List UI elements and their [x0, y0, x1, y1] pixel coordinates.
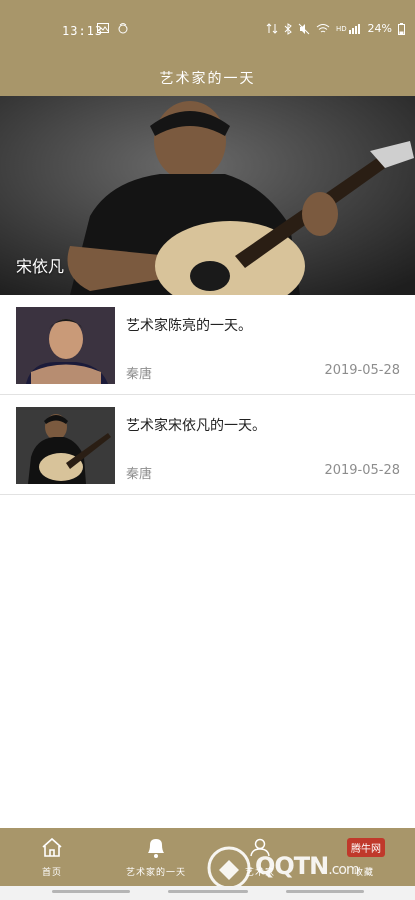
banner-caption: 宋依凡 [16, 257, 65, 276]
tab-artists[interactable]: 艺术家 [208, 828, 312, 886]
system-nav-bar [0, 886, 415, 900]
page-title: 艺术家的一天 [159, 71, 256, 87]
title-bar: 艺术家的一天 [0, 56, 415, 96]
home-icon [42, 837, 62, 857]
tab-artist-day[interactable]: 艺术家的一天 [104, 828, 208, 886]
nav-pill[interactable] [52, 890, 130, 893]
battery-icon [398, 22, 405, 35]
image-icon [97, 23, 109, 33]
tab-label: 收藏 [353, 868, 374, 878]
article-author: 秦唐 [126, 367, 153, 382]
tab-label: 首页 [41, 868, 62, 878]
list-item[interactable]: 艺术家陈亮的一天。 秦唐 2019-05-28 [0, 295, 415, 395]
article-date: 2019-05-28 [324, 363, 400, 378]
notification-icon [118, 23, 128, 34]
status-bar: 13:13 HD 24% [0, 0, 415, 56]
article-title: 艺术家陈亮的一天。 [126, 318, 252, 334]
data-icon [266, 23, 277, 34]
wifi-icon [316, 24, 329, 33]
article-title: 艺术家宋依凡的一天。 [126, 418, 266, 434]
mute-icon [298, 23, 309, 34]
heart-icon [353, 838, 375, 858]
bell-icon [148, 839, 164, 858]
hd-signal-icon: HD [336, 24, 360, 34]
nav-pill[interactable] [286, 890, 364, 893]
article-author: 秦唐 [126, 467, 153, 482]
list-item[interactable]: 艺术家宋依凡的一天。 秦唐 2019-05-28 [0, 395, 415, 495]
tab-label: 艺术家的一天 [125, 868, 186, 878]
thumbnail-image [16, 407, 115, 484]
tab-home[interactable]: 首页 [0, 828, 104, 886]
user-icon [250, 838, 270, 857]
tab-label: 艺术家 [244, 868, 275, 878]
bluetooth-icon [284, 22, 292, 35]
svg-text:HD: HD [336, 25, 347, 33]
nav-pill[interactable] [168, 890, 248, 893]
article-date: 2019-05-28 [324, 463, 400, 478]
tab-favorites[interactable]: 收藏 [312, 828, 415, 886]
tab-bar: 首页 艺术家的一天 艺术家 收藏 [0, 828, 415, 886]
thumbnail-image [16, 307, 115, 384]
article-list: 艺术家陈亮的一天。 秦唐 2019-05-28 艺术家宋依凡的一天。 秦唐 20… [0, 295, 415, 495]
banner[interactable]: 宋依凡 [0, 96, 415, 295]
battery-percent: 24% [367, 22, 392, 35]
